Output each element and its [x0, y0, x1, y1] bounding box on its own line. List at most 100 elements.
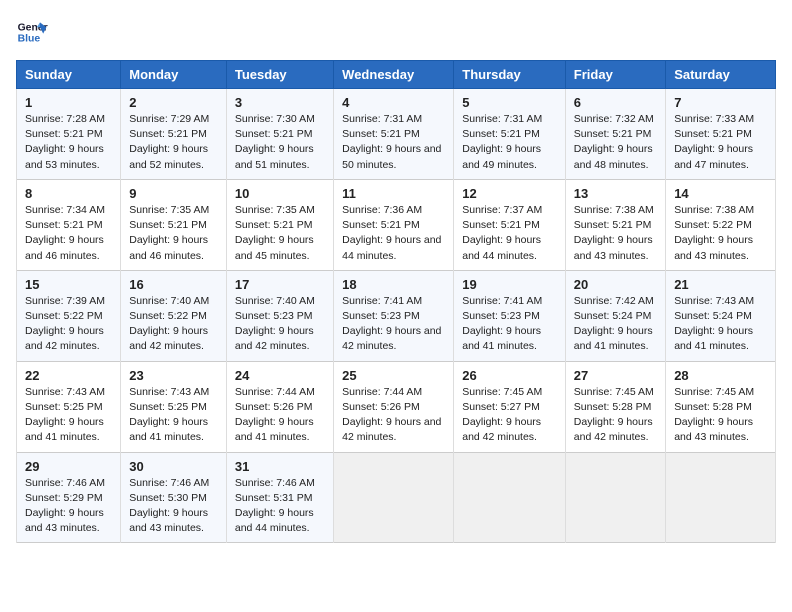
day-info: Sunrise: 7:43 AMSunset: 5:25 PMDaylight:… [129, 385, 218, 446]
day-info: Sunrise: 7:28 AMSunset: 5:21 PMDaylight:… [25, 112, 112, 173]
calendar-cell: 14 Sunrise: 7:38 AMSunset: 5:22 PMDayligh… [666, 179, 776, 270]
day-number: 28 [674, 368, 767, 383]
day-number: 22 [25, 368, 112, 383]
day-info: Sunrise: 7:34 AMSunset: 5:21 PMDaylight:… [25, 203, 112, 264]
calendar-cell: 30 Sunrise: 7:46 AMSunset: 5:30 PMDayligh… [121, 452, 227, 543]
day-info: Sunrise: 7:33 AMSunset: 5:21 PMDaylight:… [674, 112, 767, 173]
day-info: Sunrise: 7:40 AMSunset: 5:22 PMDaylight:… [129, 294, 218, 355]
day-info: Sunrise: 7:38 AMSunset: 5:22 PMDaylight:… [674, 203, 767, 264]
day-info: Sunrise: 7:44 AMSunset: 5:26 PMDaylight:… [235, 385, 325, 446]
svg-text:Blue: Blue [18, 34, 41, 45]
day-info: Sunrise: 7:35 AMSunset: 5:21 PMDaylight:… [129, 203, 218, 264]
day-number: 27 [574, 368, 657, 383]
day-info: Sunrise: 7:42 AMSunset: 5:24 PMDaylight:… [574, 294, 657, 355]
day-number: 19 [462, 277, 557, 292]
day-info: Sunrise: 7:44 AMSunset: 5:26 PMDaylight:… [342, 385, 445, 446]
calendar-cell: 25 Sunrise: 7:44 AMSunset: 5:26 PMDayligh… [334, 361, 454, 452]
calendar-cell: 1 Sunrise: 7:28 AMSunset: 5:21 PMDaylight… [17, 89, 121, 180]
day-number: 3 [235, 95, 325, 110]
day-info: Sunrise: 7:30 AMSunset: 5:21 PMDaylight:… [235, 112, 325, 173]
calendar-cell: 10 Sunrise: 7:35 AMSunset: 5:21 PMDayligh… [226, 179, 333, 270]
day-info: Sunrise: 7:41 AMSunset: 5:23 PMDaylight:… [342, 294, 445, 355]
day-info: Sunrise: 7:31 AMSunset: 5:21 PMDaylight:… [342, 112, 445, 173]
day-info: Sunrise: 7:46 AMSunset: 5:29 PMDaylight:… [25, 476, 112, 537]
day-info: Sunrise: 7:32 AMSunset: 5:21 PMDaylight:… [574, 112, 657, 173]
calendar-cell: 3 Sunrise: 7:30 AMSunset: 5:21 PMDaylight… [226, 89, 333, 180]
day-number: 31 [235, 459, 325, 474]
day-info: Sunrise: 7:41 AMSunset: 5:23 PMDaylight:… [462, 294, 557, 355]
calendar-cell: 26Sunrise: 7:45 AMSunset: 5:27 PMDayligh… [454, 361, 566, 452]
calendar-week-1: 1 Sunrise: 7:28 AMSunset: 5:21 PMDaylight… [17, 89, 776, 180]
col-header-monday: Monday [121, 61, 227, 89]
calendar-cell: 23 Sunrise: 7:43 AMSunset: 5:25 PMDayligh… [121, 361, 227, 452]
calendar-week-3: 15 Sunrise: 7:39 AMSunset: 5:22 PMDayligh… [17, 270, 776, 361]
day-number: 29 [25, 459, 112, 474]
day-info: Sunrise: 7:45 AMSunset: 5:28 PMDaylight:… [574, 385, 657, 446]
calendar-cell: 27 Sunrise: 7:45 AMSunset: 5:28 PMDayligh… [565, 361, 665, 452]
calendar-cell: 12Sunrise: 7:37 AMSunset: 5:21 PMDayligh… [454, 179, 566, 270]
calendar-cell: 16Sunrise: 7:40 AMSunset: 5:22 PMDayligh… [121, 270, 227, 361]
day-number: 6 [574, 95, 657, 110]
page-header: General Blue [16, 16, 776, 48]
logo-icon: General Blue [16, 16, 48, 48]
day-number: 20 [574, 277, 657, 292]
calendar-cell [334, 452, 454, 543]
day-info: Sunrise: 7:29 AMSunset: 5:21 PMDaylight:… [129, 112, 218, 173]
header-row: SundayMondayTuesdayWednesdayThursdayFrid… [17, 61, 776, 89]
calendar-cell: 19 Sunrise: 7:41 AMSunset: 5:23 PMDayligh… [454, 270, 566, 361]
day-number: 14 [674, 186, 767, 201]
col-header-thursday: Thursday [454, 61, 566, 89]
calendar-cell: 15 Sunrise: 7:39 AMSunset: 5:22 PMDayligh… [17, 270, 121, 361]
calendar-table: SundayMondayTuesdayWednesdayThursdayFrid… [16, 60, 776, 543]
day-number: 4 [342, 95, 445, 110]
day-number: 9 [129, 186, 218, 201]
calendar-cell: 24Sunrise: 7:44 AMSunset: 5:26 PMDayligh… [226, 361, 333, 452]
calendar-cell: 4 Sunrise: 7:31 AMSunset: 5:21 PMDaylight… [334, 89, 454, 180]
col-header-saturday: Saturday [666, 61, 776, 89]
day-info: Sunrise: 7:46 AMSunset: 5:30 PMDaylight:… [129, 476, 218, 537]
day-number: 26 [462, 368, 557, 383]
col-header-sunday: Sunday [17, 61, 121, 89]
day-number: 25 [342, 368, 445, 383]
day-number: 17 [235, 277, 325, 292]
day-number: 30 [129, 459, 218, 474]
logo: General Blue [16, 16, 56, 48]
calendar-cell [666, 452, 776, 543]
day-info: Sunrise: 7:43 AMSunset: 5:24 PMDaylight:… [674, 294, 767, 355]
calendar-cell: 21Sunrise: 7:43 AMSunset: 5:24 PMDayligh… [666, 270, 776, 361]
col-header-tuesday: Tuesday [226, 61, 333, 89]
calendar-cell: 29 Sunrise: 7:46 AMSunset: 5:29 PMDayligh… [17, 452, 121, 543]
calendar-cell: 31 Sunrise: 7:46 AMSunset: 5:31 PMDayligh… [226, 452, 333, 543]
calendar-cell: 6 Sunrise: 7:32 AMSunset: 5:21 PMDaylight… [565, 89, 665, 180]
calendar-cell [565, 452, 665, 543]
day-number: 1 [25, 95, 112, 110]
day-info: Sunrise: 7:36 AMSunset: 5:21 PMDaylight:… [342, 203, 445, 264]
calendar-cell: 11 Sunrise: 7:36 AMSunset: 5:21 PMDayligh… [334, 179, 454, 270]
day-number: 5 [462, 95, 557, 110]
day-info: Sunrise: 7:46 AMSunset: 5:31 PMDaylight:… [235, 476, 325, 537]
day-info: Sunrise: 7:39 AMSunset: 5:22 PMDaylight:… [25, 294, 112, 355]
calendar-cell: 13Sunrise: 7:38 AMSunset: 5:21 PMDayligh… [565, 179, 665, 270]
calendar-cell: 17 Sunrise: 7:40 AMSunset: 5:23 PMDayligh… [226, 270, 333, 361]
col-header-friday: Friday [565, 61, 665, 89]
day-number: 15 [25, 277, 112, 292]
calendar-cell: 18Sunrise: 7:41 AMSunset: 5:23 PMDayligh… [334, 270, 454, 361]
col-header-wednesday: Wednesday [334, 61, 454, 89]
calendar-cell [454, 452, 566, 543]
day-number: 11 [342, 186, 445, 201]
calendar-cell: 9 Sunrise: 7:35 AMSunset: 5:21 PMDaylight… [121, 179, 227, 270]
day-number: 23 [129, 368, 218, 383]
day-info: Sunrise: 7:35 AMSunset: 5:21 PMDaylight:… [235, 203, 325, 264]
calendar-cell: 20 Sunrise: 7:42 AMSunset: 5:24 PMDayligh… [565, 270, 665, 361]
day-number: 2 [129, 95, 218, 110]
day-number: 10 [235, 186, 325, 201]
day-info: Sunrise: 7:31 AMSunset: 5:21 PMDaylight:… [462, 112, 557, 173]
day-number: 7 [674, 95, 767, 110]
day-number: 12 [462, 186, 557, 201]
calendar-cell: 8Sunrise: 7:34 AMSunset: 5:21 PMDaylight… [17, 179, 121, 270]
calendar-cell: 7 Sunrise: 7:33 AMSunset: 5:21 PMDaylight… [666, 89, 776, 180]
calendar-cell: 22 Sunrise: 7:43 AMSunset: 5:25 PMDayligh… [17, 361, 121, 452]
day-info: Sunrise: 7:40 AMSunset: 5:23 PMDaylight:… [235, 294, 325, 355]
day-info: Sunrise: 7:43 AMSunset: 5:25 PMDaylight:… [25, 385, 112, 446]
day-info: Sunrise: 7:38 AMSunset: 5:21 PMDaylight:… [574, 203, 657, 264]
